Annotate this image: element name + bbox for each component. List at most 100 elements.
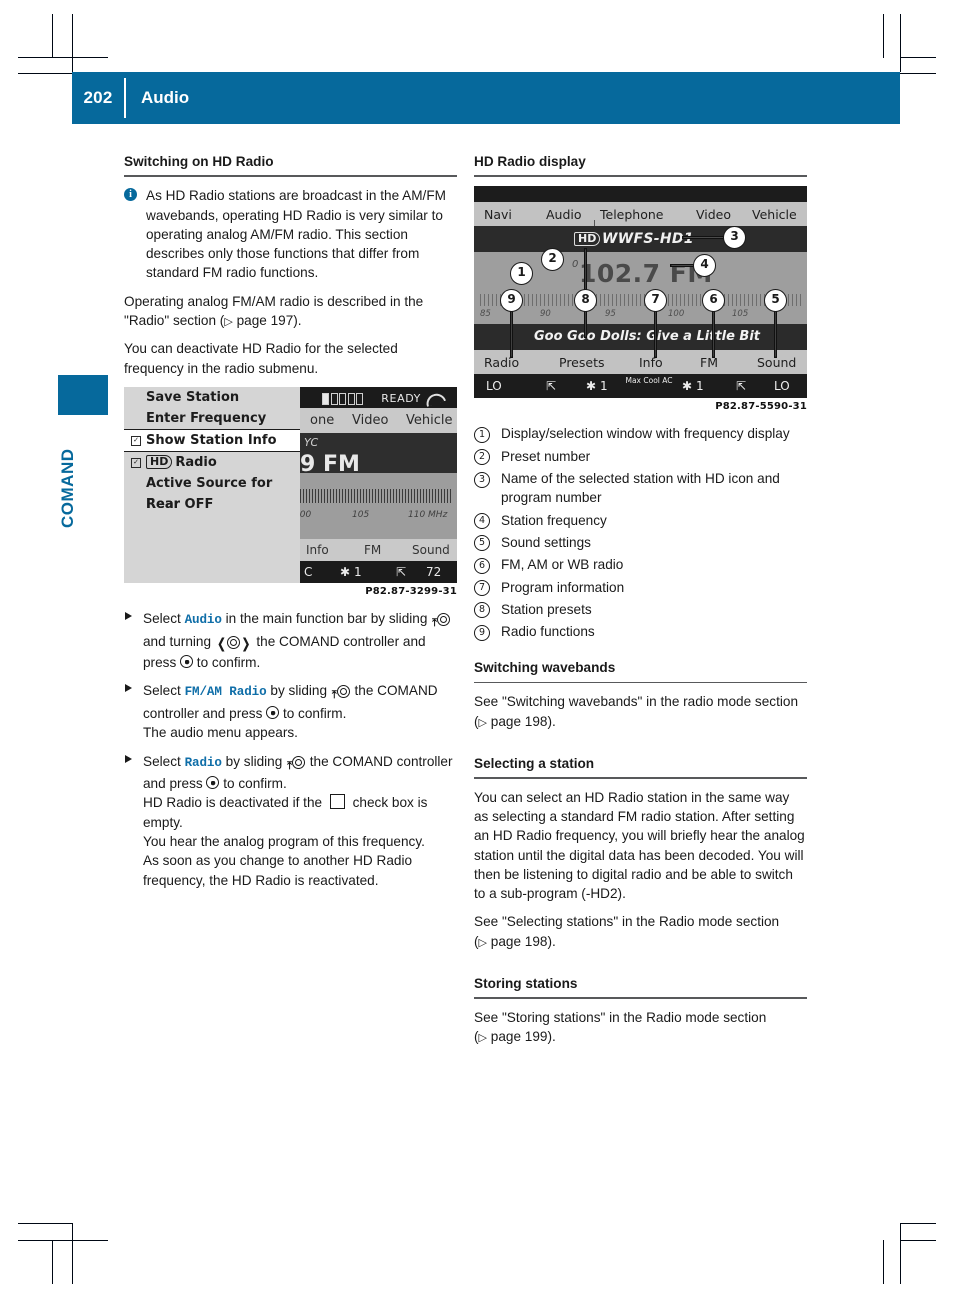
legend-number-8: 8 — [474, 602, 490, 619]
function-bar-item-audio[interactable]: Audio — [546, 206, 582, 224]
climate-fan-level: 1 — [354, 564, 362, 579]
paragraph-selecting-station: You can select an HD Radio station in th… — [474, 789, 805, 902]
hd-radio-display-screenshot: Navi Audio Telephone Video Vehicle HD WW… — [474, 186, 807, 399]
crop-mark-bottom-left-h1 — [18, 1223, 72, 1224]
function-bar-item-navi[interactable]: Navi — [484, 206, 512, 224]
heading-rule — [474, 997, 807, 999]
info-note: i As HD Radio stations are broadcast in … — [124, 186, 457, 282]
crop-mark-top-left-v1 — [52, 14, 53, 58]
legend-number-3: 3 — [474, 471, 490, 488]
climate-temp-right: LO — [774, 379, 790, 394]
submenu-item-rear-off[interactable]: Rear OFF — [124, 494, 300, 515]
term-fm-am-radio[interactable]: FM/AM Radio — [185, 685, 267, 699]
scale-label-105: 105 — [732, 309, 749, 320]
frequency-scale-labels: 85 90 95 100 105 — [480, 308, 801, 320]
legend-number-9: 9 — [474, 624, 490, 641]
submenu-item-save-station[interactable]: Save Station — [124, 387, 300, 408]
paragraph-analog-radio-ref[interactable]: page 197 — [237, 313, 294, 328]
comand-submenu-screenshot: READY one Video Vehicle YC 9 FM 100 105 … — [124, 386, 457, 583]
selecting-station-ref[interactable]: page 198 — [491, 934, 548, 949]
display-bottom-bar: Radio Presets Info FM Sound — [474, 350, 807, 375]
function-bar-item-vehicle[interactable]: Vehicle — [406, 412, 453, 430]
page-title: Audio — [141, 88, 190, 107]
figure-caption-submenu: P82.87-3299-31 — [365, 585, 457, 597]
climate-fan-icon-right: ✱ — [682, 379, 693, 394]
legend-text-2: Preset number — [501, 448, 591, 464]
frequency-scale-ticks — [294, 488, 453, 503]
step-select-audio-t1: Select — [143, 611, 185, 627]
crop-mark-bottom-right-v2 — [900, 1223, 901, 1284]
bottom-bar-item-info[interactable]: Info — [306, 542, 329, 559]
submenu-item-show-station-info[interactable]: ✓ Show Station Info — [124, 428, 300, 452]
function-bar-item-video[interactable]: Video — [352, 412, 388, 430]
legend-number-1: 1 — [474, 426, 490, 443]
bottom-bar-item-radio[interactable]: Radio — [484, 354, 519, 372]
term-radio[interactable]: Radio — [185, 756, 222, 770]
function-bar-item-telephone[interactable]: Telephone — [600, 206, 663, 224]
figure-hd-radio-display: Navi Audio Telephone Video Vehicle HD WW… — [474, 186, 807, 414]
crop-mark-top-right-h2 — [900, 73, 936, 74]
bottom-bar-item-fm[interactable]: FM — [364, 542, 381, 559]
submenu-item-enter-frequency-label: Enter Frequency — [146, 410, 267, 426]
left-column: Switching on HD Radio i As HD Radio stat… — [124, 152, 457, 899]
radio-submenu-list: Save Station Enter Frequency ✓ Show Stat… — [124, 387, 300, 515]
track-info-text: Goo Goo Dolls: Give a Little Bit — [534, 329, 761, 345]
legend-item-2: 2 Preset number — [474, 447, 807, 466]
paragraph-selecting-station-ref: See "Selecting stations" in the Radio mo… — [474, 912, 807, 951]
heading-rule — [124, 175, 457, 178]
selecting-station-text-b: ). — [547, 933, 556, 949]
step-select-radio-t4: to confirm. — [219, 776, 287, 792]
hd-radio-icon: HD — [146, 454, 173, 469]
legend-item-5: 5 Sound settings — [474, 533, 807, 552]
submenu-item-rear-off-label: Rear OFF — [146, 496, 214, 512]
term-audio[interactable]: Audio — [185, 613, 222, 627]
function-bar-item-telephone[interactable]: one — [310, 412, 334, 430]
empty-checkbox-icon — [329, 794, 345, 810]
right-column: HD Radio display Navi Audio Telephone Vi… — [474, 152, 807, 1055]
climate-seat-icon: ⇱ — [396, 564, 407, 579]
paragraph-analog-radio-text-b: ). — [293, 313, 302, 329]
switching-wavebands-ref[interactable]: page 198 — [491, 714, 548, 729]
bottom-bar-item-sound[interactable]: Sound — [412, 542, 450, 559]
scale-label-105: 105 — [352, 509, 370, 520]
step-select-fmam-t2: by sliding — [266, 683, 331, 699]
function-bar-item-video[interactable]: Video — [696, 206, 731, 224]
crop-mark-top-left-h2 — [18, 73, 72, 74]
scale-label-110: 110 MHz — [408, 509, 448, 520]
press-controller-icon — [180, 655, 194, 669]
climate-fan-level-right: 1 — [696, 379, 704, 394]
switching-wavebands-text-b: ). — [547, 713, 556, 729]
bottom-bar-item-info[interactable]: Info — [639, 354, 663, 372]
preset-number: 0 — [572, 259, 579, 271]
step-select-audio-t2: in the main function bar by sliding — [221, 611, 432, 627]
submenu-item-hd-radio-label: Radio — [175, 454, 217, 470]
legend-text-7: Program information — [501, 579, 625, 595]
crop-mark-top-left-v2 — [72, 14, 73, 72]
crop-mark-bottom-right-h1 — [900, 1223, 936, 1224]
callout-leader-9 — [510, 310, 513, 359]
submenu-item-enter-frequency[interactable]: Enter Frequency — [124, 408, 300, 429]
legend-text-4: Station frequency — [501, 512, 607, 528]
bottom-bar-item-fm[interactable]: FM — [700, 354, 718, 372]
slide-up-icon: ⤒ — [287, 754, 305, 775]
submenu-item-hd-radio[interactable]: ✓ HD Radio — [124, 452, 300, 473]
legend-text-8: Station presets — [501, 601, 592, 617]
step-select-audio-t5: to confirm. — [193, 655, 261, 671]
chapter-thumb-tab — [58, 375, 108, 415]
storing-stations-ref[interactable]: page 199 — [491, 1029, 548, 1044]
legend-item-8: 8 Station presets — [474, 600, 807, 619]
legend-item-1: 1 Display/selection window with frequenc… — [474, 424, 807, 443]
page-ref-arrow-icon: ▷ — [478, 935, 487, 949]
step-result-checkbox-empty: HD Radio is deactivated if the check box… — [143, 794, 428, 830]
climate-item-c: C — [304, 564, 313, 579]
step-select-radio: Select Radio by sliding ⤒ the COMAND con… — [124, 752, 457, 890]
climate-max-cool-ac: Max Cool AC — [625, 376, 673, 386]
bottom-bar-item-presets[interactable]: Presets — [559, 354, 605, 372]
submenu-item-active-source-rear[interactable]: Active Source for Rear — [124, 473, 300, 512]
function-bar-item-vehicle[interactable]: Vehicle — [752, 206, 797, 224]
callout-leader-5 — [774, 310, 777, 359]
legend-text-5: Sound settings — [501, 534, 591, 550]
heading-rule — [474, 777, 807, 779]
legend-number-5: 5 — [474, 535, 490, 552]
scale-label-100: 100 — [668, 309, 685, 320]
